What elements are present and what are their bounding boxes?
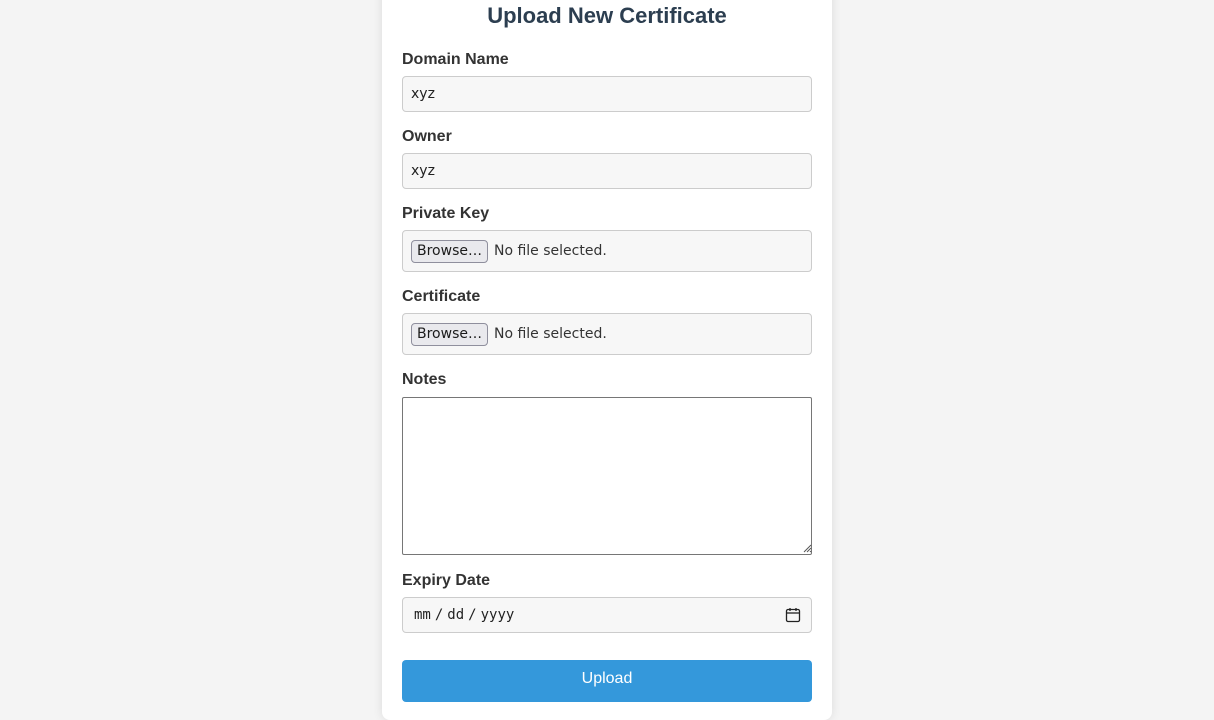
certificate-file-input[interactable]: Browse… No file selected.	[402, 313, 812, 355]
certificate-browse-button[interactable]: Browse…	[411, 322, 488, 346]
date-day-segment[interactable]: dd	[446, 607, 465, 623]
notes-textarea[interactable]	[402, 397, 812, 555]
domain-name-label: Domain Name	[402, 51, 509, 68]
upload-certificate-card: Upload New Certificate Domain Name Owner…	[382, 0, 832, 720]
calendar-icon[interactable]	[785, 607, 801, 623]
private-key-label: Private Key	[402, 205, 490, 222]
date-month-segment[interactable]: mm	[413, 607, 432, 623]
expiry-date-input[interactable]: mm / dd / yyyy	[402, 597, 812, 633]
upload-button[interactable]: Upload	[402, 660, 812, 702]
owner-label: Owner	[402, 128, 452, 145]
page-title: Upload New Certificate	[487, 3, 727, 28]
resize-grip-icon[interactable]	[802, 543, 812, 553]
certificate-label: Certificate	[402, 288, 481, 305]
expiry-date-label: Expiry Date	[402, 572, 491, 589]
date-year-segment[interactable]: yyyy	[480, 607, 516, 623]
date-separator: /	[468, 607, 477, 623]
notes-label: Notes	[402, 371, 447, 388]
certificate-file-status: No file selected.	[493, 326, 607, 342]
date-separator: /	[434, 607, 444, 623]
owner-input[interactable]	[402, 153, 812, 189]
private-key-browse-button[interactable]: Browse…	[411, 239, 488, 263]
private-key-file-input[interactable]: Browse… No file selected.	[402, 230, 812, 272]
domain-name-input[interactable]	[402, 76, 812, 112]
private-key-file-status: No file selected.	[493, 243, 607, 259]
